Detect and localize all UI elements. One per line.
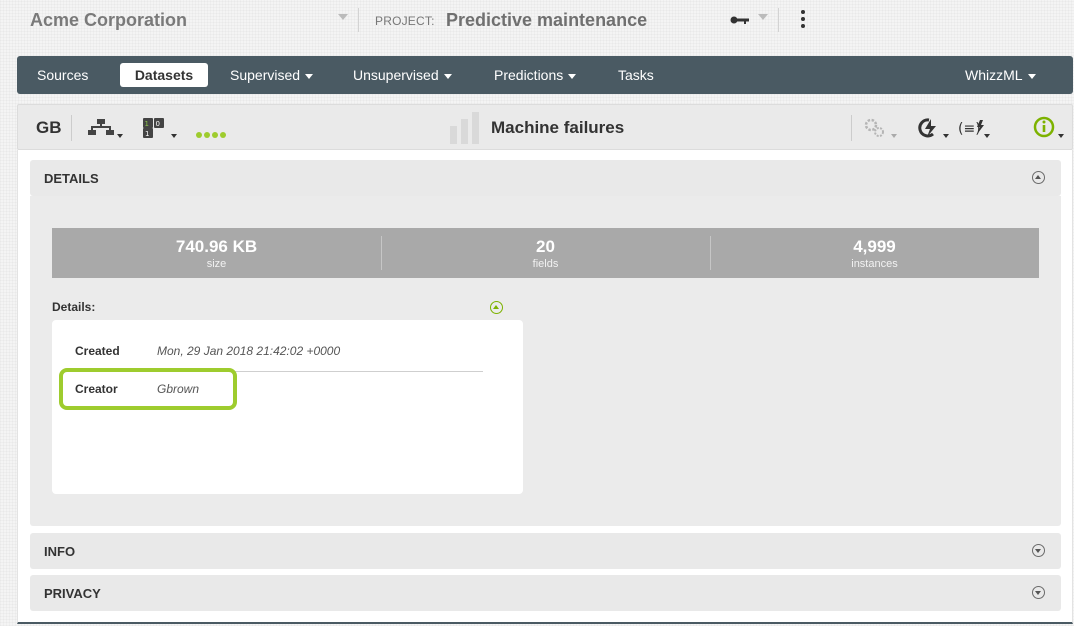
panel-title: DETAILS	[44, 171, 99, 186]
svg-text:0: 0	[156, 120, 160, 128]
nav-datasets[interactable]: Datasets	[120, 63, 208, 87]
info-icon[interactable]	[1033, 116, 1055, 138]
svg-text:1: 1	[145, 120, 149, 128]
owner-initials: GB	[36, 118, 62, 137]
project-dropdown-icon[interactable]	[758, 14, 768, 20]
panel-title: PRIVACY	[44, 586, 101, 601]
stat-instances: 4,999 instances	[851, 237, 898, 270]
collapse-details-icon[interactable]	[490, 301, 503, 314]
main-nav: Sources Datasets Supervised Unsupervised…	[17, 56, 1073, 94]
svg-text:1: 1	[145, 130, 149, 138]
nav-tasks[interactable]: Tasks	[618, 56, 654, 94]
divider	[851, 115, 852, 141]
project-label: PROJECT:	[375, 14, 435, 28]
organization-name[interactable]: Acme Corporation	[30, 10, 187, 31]
one-click-icon[interactable]	[915, 117, 941, 139]
details-panel-header[interactable]: DETAILS	[30, 160, 1061, 196]
dataset-toolbar: GB 1 0 1 Machine failures (≡)	[17, 104, 1073, 150]
more-options-icon[interactable]	[800, 8, 806, 32]
nav-predictions[interactable]: Predictions	[494, 56, 577, 94]
tree-model-icon[interactable]	[88, 117, 114, 139]
progress-dots-icon	[196, 125, 228, 143]
chevron-down-icon[interactable]	[117, 134, 123, 138]
panel-title: INFO	[44, 544, 76, 559]
divider	[358, 8, 359, 32]
chevron-down-icon[interactable]	[891, 134, 897, 138]
chevron-down-icon	[568, 73, 577, 79]
collapse-icon[interactable]	[1032, 171, 1045, 184]
chevron-down-icon	[305, 73, 314, 79]
stat-size: 740.96 KB size	[175, 237, 258, 270]
key-icon[interactable]	[730, 14, 750, 26]
dataset-name: Machine failures	[491, 118, 625, 137]
chevron-down-icon	[1027, 73, 1036, 79]
created-value: Mon, 29 Jan 2018 21:42:02 +0000	[157, 344, 341, 358]
info-panel-header[interactable]: INFO	[30, 533, 1061, 569]
expand-icon[interactable]	[1032, 586, 1045, 599]
nav-supervised[interactable]: Supervised	[230, 56, 314, 94]
dataset-bars-icon	[450, 112, 479, 144]
creator-highlight	[59, 368, 237, 410]
configure-icon[interactable]	[863, 117, 887, 139]
created-label: Created	[75, 344, 120, 358]
nav-sources[interactable]: Sources	[37, 56, 88, 94]
chevron-down-icon[interactable]	[1058, 134, 1064, 138]
dataset-ops-icon[interactable]: 1 0 1	[142, 117, 168, 139]
svg-text:(≡): (≡)	[958, 121, 981, 137]
divider	[778, 8, 779, 32]
dataset-stats: 740.96 KB size 20 fields 4,999 instances	[52, 228, 1039, 278]
chevron-down-icon[interactable]	[943, 134, 949, 138]
whizzml-script-icon[interactable]: (≡)	[958, 117, 986, 139]
stat-fields: 20 fields	[532, 237, 559, 270]
details-heading: Details:	[52, 300, 96, 314]
chevron-down-icon[interactable]	[984, 134, 990, 138]
nav-unsupervised[interactable]: Unsupervised	[353, 56, 452, 94]
top-bar: Acme Corporation PROJECT: Predictive mai…	[0, 0, 1074, 42]
privacy-panel-header[interactable]: PRIVACY	[30, 575, 1061, 611]
project-name[interactable]: Predictive maintenance	[446, 10, 647, 31]
divider	[71, 115, 72, 141]
organization-dropdown-icon[interactable]	[338, 14, 348, 20]
chevron-down-icon	[443, 73, 452, 79]
chevron-down-icon[interactable]	[171, 134, 177, 138]
nav-whizzml[interactable]: WhizzML	[965, 56, 1036, 94]
expand-icon[interactable]	[1032, 544, 1045, 557]
